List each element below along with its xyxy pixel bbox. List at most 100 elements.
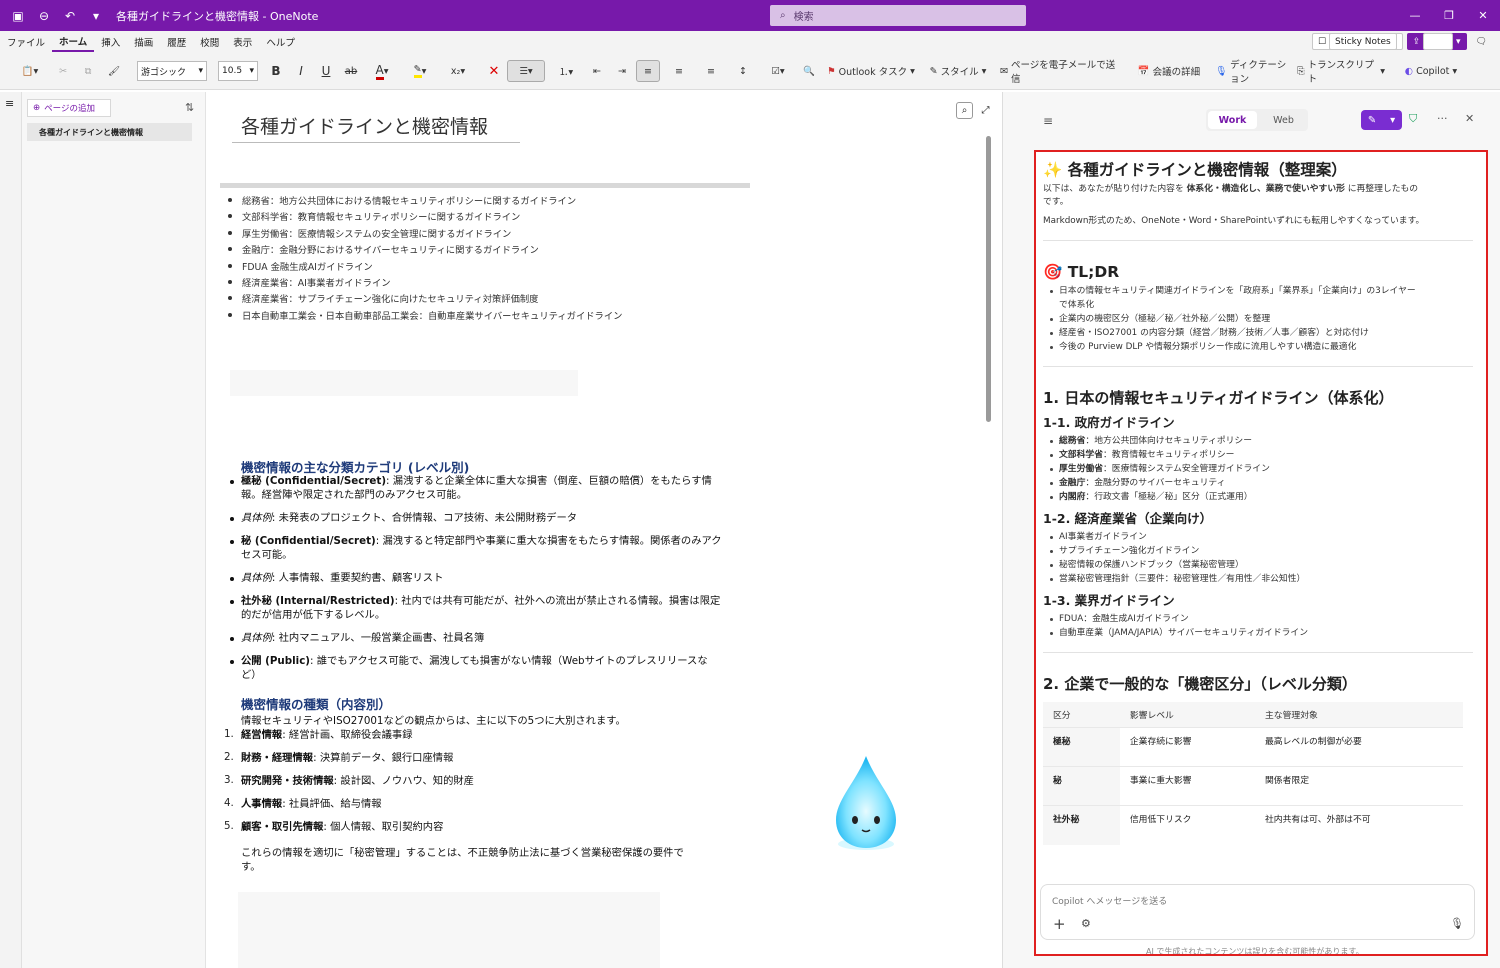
category-public: 公開 (Public): 誰でもアクセス可能で、漏洩しても損害がない情報（Web… (241, 655, 708, 681)
menu-review[interactable]: 校閲 (193, 31, 226, 52)
tab-web[interactable]: Web (1259, 109, 1308, 131)
bullets-icon[interactable]: ☰▾ (507, 60, 545, 82)
email-page-button[interactable]: ✉ ページを電子メールで送信 (1000, 60, 1120, 85)
note-canvas[interactable]: 各種ガイドラインと機密情報 ⌕ ⤢ 総務省：地方公共団体における情報セキュリティ… (206, 92, 993, 968)
table-header: 区分 (1043, 702, 1120, 728)
highlight-icon[interactable]: ✎ ▾ (405, 60, 435, 82)
styles-button[interactable]: ✎ スタイル ▾ (928, 60, 988, 82)
italic-button[interactable]: I (293, 60, 309, 82)
type-item: 人事情報: 社員評価、給与情報 (241, 798, 382, 810)
close-pane-icon[interactable]: ✕ (1465, 112, 1474, 125)
menu-home[interactable]: ホーム (52, 31, 95, 52)
divider (1043, 240, 1473, 241)
sort-icon[interactable]: ⇅ (185, 101, 194, 114)
new-chat-button[interactable]: ✎ ▾ (1361, 110, 1402, 130)
menu-view[interactable]: 表示 (226, 31, 259, 52)
customize-toolbar-icon[interactable]: ▾ (88, 8, 104, 24)
bold-button[interactable]: B (268, 60, 284, 82)
page-item[interactable]: 各種ガイドラインと機密情報 (27, 123, 192, 141)
outlook-tasks-button[interactable]: ⚑ Outlook タスク ▾ (826, 60, 916, 82)
menu-file[interactable]: ファイル (0, 31, 52, 52)
section-heading-types: 機密情報の種類（内容別） (241, 697, 392, 712)
table-cell: 秘 (1043, 766, 1120, 806)
font-family-select[interactable]: 游ゴシック ▾ (137, 61, 207, 81)
list-number: 5. (224, 820, 234, 832)
numbering-icon[interactable]: ⒈▾ (551, 60, 581, 82)
shield-icon[interactable]: ⛉ (1409, 112, 1417, 126)
response-title: ✨ 各種ガイドラインと機密情報（整理案） (1043, 161, 1347, 179)
meeting-details-button[interactable]: 📅 会議の詳細 (1134, 60, 1204, 82)
font-size-select[interactable]: 10.5 ▾ (218, 61, 258, 81)
list-number: 4. (224, 797, 234, 809)
section-1-heading: 1. 日本の情報セキュリティガイドライン（体系化） (1043, 389, 1394, 407)
empty-block (238, 892, 660, 968)
format-painter-icon[interactable]: 🖌 (105, 60, 123, 82)
chevron-down-icon: ▾ (1390, 114, 1396, 126)
list-item: 日本自動車工業会・日本自動車部品工業会：自動車産業サイバーセキュリティガイドライ… (226, 308, 622, 324)
subscript-icon[interactable]: x₂▾ (448, 60, 468, 82)
copilot-composer[interactable]: Copilot へメッセージを送る + ⚙ 🎙 (1040, 884, 1475, 940)
canvas-scrollbar[interactable] (985, 128, 993, 968)
table-cell: 関係者限定 (1255, 766, 1463, 806)
expand-icon[interactable]: ⤢ (977, 102, 994, 119)
maximize-button[interactable]: ❐ (1432, 0, 1466, 31)
align-left-icon[interactable]: ≡ (636, 60, 660, 82)
back-icon[interactable]: ⊖ (36, 8, 52, 24)
copy-icon[interactable]: ⧉ (80, 60, 96, 82)
menu-help[interactable]: ヘルプ (259, 31, 302, 52)
add-page-button[interactable]: ⊕ ページの追加 (27, 99, 111, 117)
sticky-notes-button[interactable]: ☐ Sticky Notes (1312, 33, 1403, 50)
share-button[interactable]: ⇪ 共有 ▾ (1406, 33, 1467, 50)
indent-icon[interactable]: ⇥ (614, 60, 630, 82)
settings-sliders-icon[interactable]: ⚙ (1081, 917, 1091, 930)
copilot-menu-icon[interactable]: ≡ (1043, 114, 1053, 128)
copilot-button[interactable]: ◐ Copilot ▾ (1398, 60, 1464, 82)
note-container-handle[interactable] (220, 183, 750, 188)
list-item: 日本の情報セキュリティ関連ガイドラインを「政府系」「業界系」「企業向け」の3レイ… (1043, 284, 1473, 312)
underline-button[interactable]: U (318, 60, 334, 82)
more-options-icon[interactable]: ··· (1437, 112, 1448, 125)
menu-history[interactable]: 履歴 (160, 31, 193, 52)
add-icon[interactable]: + (1053, 915, 1066, 933)
meti-list: AI事業者ガイドライン サプライチェーン強化ガイドライン 秘密情報の保護ハンドブ… (1043, 530, 1473, 586)
guideline-list: 総務省：地方公共団体における情報セキュリティポリシーに関するガイドライン 文部科… (226, 193, 622, 324)
line-spacing-icon[interactable]: ↕ (734, 60, 752, 82)
work-web-toggle[interactable]: Work Web (1206, 109, 1308, 131)
copilot-pane: ≡ Work Web ✎ ▾ ⛉ ··· ✕ ✨ 各種ガイドラインと機密情報（整理… (1002, 92, 1500, 968)
tag-icon[interactable]: ☑▾ (765, 60, 791, 82)
menu-draw[interactable]: 描画 (127, 31, 160, 52)
list-item: 金融庁：金融分野のサイバーセキュリティ (1043, 476, 1473, 490)
dictation-button[interactable]: 🎙 ディクテーション (1215, 60, 1293, 85)
search-input[interactable]: ⌕ 検索 (770, 5, 1026, 26)
list-item: 営業秘密管理指針（三要件：秘密管理性／有用性／非公知性） (1043, 572, 1473, 586)
outdent-icon[interactable]: ⇤ (589, 60, 605, 82)
strikethrough-button[interactable]: ab (342, 60, 360, 82)
composer-placeholder[interactable]: Copilot へメッセージを送る (1052, 894, 1167, 907)
clear-formatting-icon[interactable]: ✕ (486, 60, 502, 82)
menu-insert[interactable]: 挿入 (94, 31, 127, 52)
transcript-button[interactable]: ⎘ トランスクリプト ▾ (1297, 60, 1385, 85)
comments-icon[interactable]: 🗨 (1471, 33, 1492, 50)
find-tags-icon[interactable]: 🔍 (800, 60, 818, 82)
search-page-icon[interactable]: ⌕ (956, 102, 973, 119)
tab-work[interactable]: Work (1208, 111, 1257, 129)
cut-icon[interactable]: ✂ (55, 60, 71, 82)
align-center-icon[interactable]: ≡ (670, 60, 688, 82)
minimize-button[interactable]: — (1398, 0, 1432, 31)
list-item: 経済産業省：サプライチェーン強化に向けたセキュリティ対策評価制度 (226, 291, 622, 307)
scrollbar-thumb[interactable] (986, 136, 991, 422)
bullet-dot (230, 540, 234, 544)
page-title[interactable]: 各種ガイドラインと機密情報 (241, 112, 488, 139)
undo-icon[interactable]: ↶ (62, 8, 78, 24)
list-item: 企業内の機密区分（極秘／秘／社外秘／公開）を整理 (1043, 312, 1473, 326)
microphone-icon[interactable]: 🎙 (1450, 917, 1464, 930)
bullet-dot (230, 480, 234, 484)
font-color-icon[interactable]: A ▾ (368, 60, 396, 82)
title-underline (232, 142, 520, 143)
paste-icon[interactable]: 📋▾ (16, 60, 44, 82)
align-right-icon[interactable]: ≡ (702, 60, 720, 82)
water-drop-mascot (836, 756, 896, 850)
close-button[interactable]: ✕ (1466, 0, 1500, 31)
hamburger-icon[interactable]: ≡ (5, 97, 14, 110)
table-cell: 事業に重大影響 (1119, 766, 1255, 806)
